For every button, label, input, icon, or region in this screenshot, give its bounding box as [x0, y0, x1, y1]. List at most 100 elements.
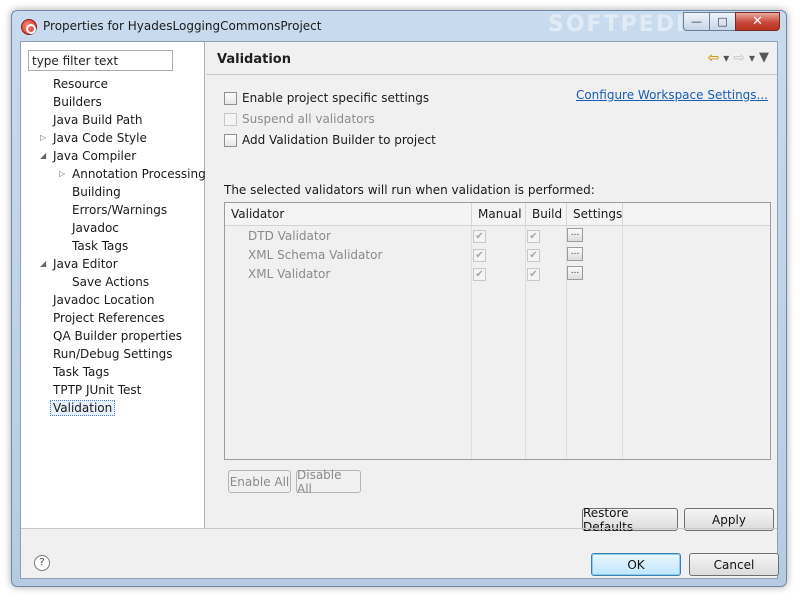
tree-item-label: Javadoc: [72, 221, 119, 235]
tree-item[interactable]: Save Actions: [72, 273, 149, 291]
tree-item[interactable]: Task Tags: [53, 363, 109, 381]
suspend-all-checkbox[interactable]: [224, 112, 237, 126]
back-arrow-icon[interactable]: ⇦: [707, 51, 719, 65]
tree-item[interactable]: Java Build Path: [53, 111, 142, 129]
window-title: Properties for HyadesLoggingCommonsProje…: [43, 19, 322, 33]
back-menu-chevron-icon[interactable]: ▾: [723, 51, 729, 65]
tree-item-label: Builders: [53, 95, 102, 109]
cancel-button[interactable]: Cancel: [689, 553, 779, 576]
validators-table: Validator Manual Build Settings DTD Vali…: [224, 202, 771, 460]
add-builder-label: Add Validation Builder to project: [242, 133, 436, 147]
enable-all-button[interactable]: Enable All: [228, 470, 291, 493]
table-header: Validator Manual Build Settings: [225, 203, 770, 226]
validator-name: DTD Validator: [248, 229, 331, 243]
tree-item-label: Annotation Processing: [72, 167, 206, 181]
table-row[interactable]: XML Schema Validator ✔ ✔...: [225, 246, 770, 265]
tree-item-label: TPTP JUnit Test: [53, 383, 142, 397]
tree-item-label: Java Compiler: [53, 149, 137, 163]
settings-button[interactable]: ...: [567, 228, 583, 242]
table-row[interactable]: XML Validator ✔ ✔...: [225, 265, 770, 284]
manual-checkbox[interactable]: ✔: [473, 230, 486, 243]
close-button[interactable]: ✕: [735, 12, 780, 31]
build-checkbox[interactable]: ✔: [527, 249, 540, 262]
tree-item[interactable]: Builders: [53, 93, 102, 111]
tree-item[interactable]: ◢ Java Editor: [40, 255, 118, 273]
tree-expanded-icon[interactable]: ◢: [40, 255, 50, 273]
tree-item-label: Project References: [53, 311, 165, 325]
settings-button[interactable]: ...: [567, 266, 583, 280]
tree-item[interactable]: QA Builder properties: [53, 327, 182, 345]
column-header-settings[interactable]: Settings: [567, 203, 623, 226]
tree-item-label: Task Tags: [72, 239, 129, 253]
enable-specific-label: Enable project specific settings: [242, 91, 430, 105]
tree-item-label: Building: [72, 185, 121, 199]
tree-item[interactable]: Run/Debug Settings: [53, 345, 173, 363]
add-builder-checkbox[interactable]: [224, 133, 237, 147]
tree-item[interactable]: ▷ Annotation Processing: [59, 165, 206, 183]
tree-item[interactable]: ▷ Java Code Style: [40, 129, 147, 147]
build-checkbox[interactable]: ✔: [527, 268, 540, 281]
configure-workspace-link[interactable]: Configure Workspace Settings...: [576, 88, 768, 102]
tree-item-label: Javadoc Location: [53, 293, 155, 307]
manual-checkbox[interactable]: ✔: [473, 249, 486, 262]
tree-item-label: Errors/Warnings: [72, 203, 168, 217]
maximize-icon: □: [717, 15, 728, 28]
validator-name: XML Schema Validator: [248, 248, 383, 262]
column-header-validator[interactable]: Validator: [225, 203, 472, 226]
column-header-manual[interactable]: Manual: [472, 203, 526, 226]
tree-item[interactable]: Project References: [53, 309, 165, 327]
table-row[interactable]: DTD Validator ✔ ✔...: [225, 227, 770, 246]
manual-checkbox[interactable]: ✔: [473, 268, 486, 281]
tree-item[interactable]: Validation: [50, 399, 116, 417]
validator-name: XML Validator: [248, 267, 331, 281]
disable-all-button[interactable]: Disable All: [296, 468, 361, 496]
filter-input[interactable]: [28, 50, 173, 71]
right-panel: Validation ⇦ ▾ ⇨ ▾ ▼ Enable project spec…: [206, 42, 777, 534]
build-checkbox[interactable]: ✔: [527, 230, 540, 243]
properties-dialog: Properties for HyadesLoggingCommonsProje…: [11, 10, 787, 587]
forward-menu-chevron-icon[interactable]: ▾: [749, 51, 755, 65]
bottom-separator: [21, 528, 777, 529]
tree-item-label: Java Build Path: [53, 113, 143, 127]
dialog-client-area: ResourceBuildersJava Build Path▷Java Cod…: [20, 41, 779, 579]
suspend-all-row[interactable]: Suspend all validators: [224, 110, 375, 128]
help-icon[interactable]: ?: [34, 555, 50, 571]
tree-item[interactable]: Javadoc Location: [53, 291, 154, 309]
tree-item-label: Save Actions: [72, 275, 150, 289]
tree-item[interactable]: Task Tags: [72, 237, 128, 255]
enable-specific-checkbox[interactable]: [224, 91, 237, 105]
settings-button[interactable]: ...: [567, 247, 583, 261]
validators-info-text: The selected validators will run when va…: [224, 183, 595, 197]
tree-item[interactable]: TPTP JUnit Test: [53, 381, 141, 399]
tree-expanded-icon[interactable]: ◢: [40, 147, 50, 165]
tree-item-label: Resource: [53, 77, 109, 91]
close-icon: ✕: [752, 14, 763, 29]
page-header: Validation ⇦ ▾ ⇨ ▾ ▼: [206, 42, 777, 75]
tree-item-label: QA Builder properties: [53, 329, 182, 343]
watermark: SOFTPEDIA: [548, 12, 706, 37]
tree-item-label: Task Tags: [53, 365, 110, 379]
left-panel: ResourceBuildersJava Build Path▷Java Cod…: [21, 42, 206, 528]
tree-item-label: Java Code Style: [53, 131, 147, 145]
view-menu-chevron-icon[interactable]: ▼: [759, 51, 769, 65]
enable-specific-row[interactable]: Enable project specific settings: [224, 89, 429, 107]
tree-item[interactable]: Javadoc: [72, 219, 119, 237]
ok-button[interactable]: OK: [591, 553, 681, 576]
column-header-build[interactable]: Build: [526, 203, 567, 226]
add-builder-row[interactable]: Add Validation Builder to project: [224, 131, 436, 149]
tree-item[interactable]: Resource: [53, 75, 108, 93]
tree-item[interactable]: ◢ Java Compiler: [40, 147, 137, 165]
minimize-icon: —: [691, 15, 702, 28]
page-title: Validation: [217, 52, 291, 67]
tree-item[interactable]: Building: [72, 183, 121, 201]
maximize-button[interactable]: □: [709, 12, 736, 31]
minimize-button[interactable]: —: [683, 12, 710, 31]
tree-item-label: Java Editor: [53, 257, 118, 271]
suspend-all-label: Suspend all validators: [242, 112, 375, 126]
forward-arrow-icon[interactable]: ⇨: [733, 51, 745, 65]
title-bar[interactable]: Properties for HyadesLoggingCommonsProje…: [12, 11, 786, 41]
eclipse-app-icon: [21, 19, 37, 35]
tree-collapsed-icon[interactable]: ▷: [40, 129, 50, 147]
tree-collapsed-icon[interactable]: ▷: [59, 165, 69, 183]
tree-item[interactable]: Errors/Warnings: [72, 201, 167, 219]
